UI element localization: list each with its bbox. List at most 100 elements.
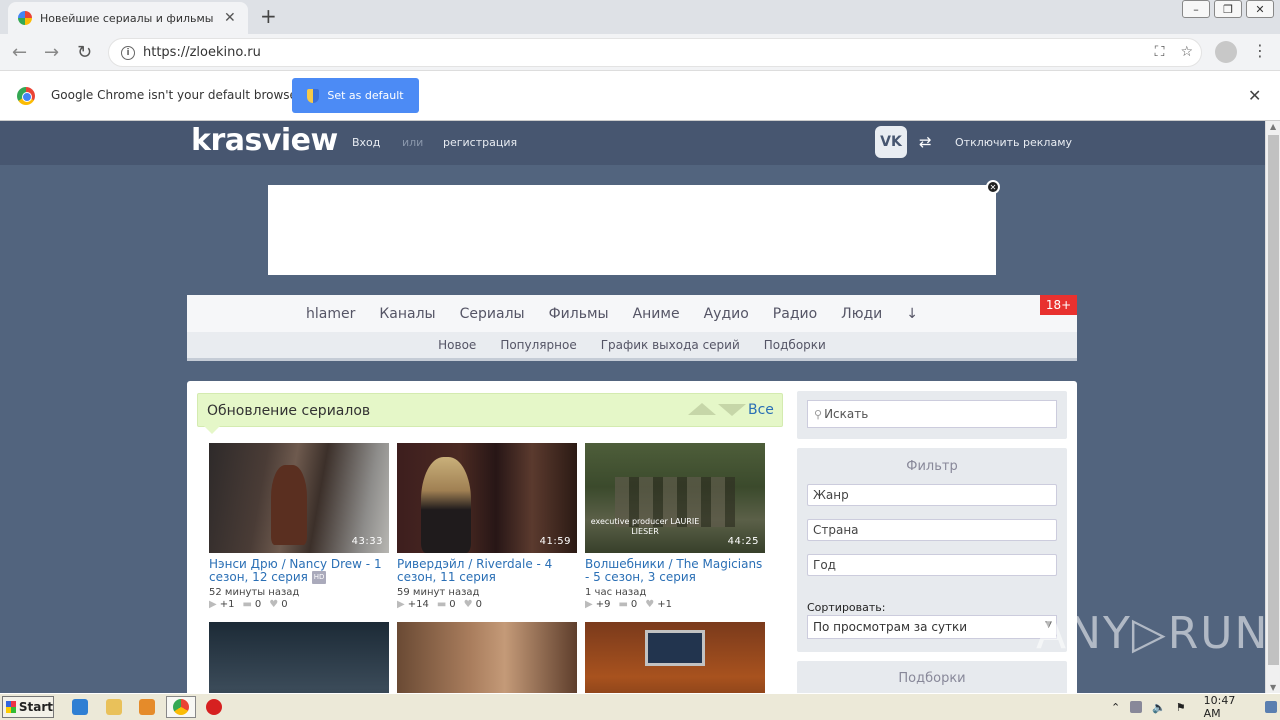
filter-panel: Фильтр Жанр Страна Год Сортировать: По п… [797, 448, 1067, 652]
sidebar: ⚲ Искать Фильтр Жанр Страна Год Сортиров… [797, 391, 1067, 693]
scrollbar-thumb[interactable] [1268, 135, 1279, 665]
tray-expand-icon[interactable]: ⌃ [1111, 701, 1120, 714]
start-button[interactable]: Start [2, 696, 54, 718]
main-nav-item[interactable]: Люди [841, 306, 882, 322]
video-title-link[interactable]: Ривердэйл / Riverdale - 4 сезон, 11 сери… [397, 558, 577, 584]
show-desktop-icon[interactable] [1265, 701, 1277, 713]
ad-close-icon[interactable]: ✕ [986, 180, 1000, 194]
video-stats: ▶ +14 ▬ 0 ♥ 0 [397, 599, 482, 610]
shuffle-icon[interactable]: ⇄ [919, 133, 932, 151]
opera-icon[interactable] [206, 699, 222, 715]
chrome-logo-icon [17, 87, 35, 105]
explorer-folder-icon[interactable] [106, 699, 122, 715]
browser-menu-icon[interactable]: ⋮ [1252, 41, 1268, 60]
main-nav-item[interactable]: Фильмы [549, 306, 609, 322]
anyrun-watermark: ANY▷RUN [1036, 608, 1270, 659]
video-thumbnail[interactable] [209, 622, 389, 693]
chrome-taskbar-icon [173, 699, 189, 715]
main-nav-item[interactable]: Сериалы [460, 306, 525, 322]
sort-select[interactable]: По просмотрам за сутки ▼ [807, 615, 1057, 639]
video-stats: ▶ +1 ▬ 0 ♥ 0 [209, 599, 288, 610]
video-title-link[interactable]: Волшебники / The Magicians - 5 сезон, 3 … [585, 558, 765, 584]
profile-avatar-icon[interactable] [1215, 41, 1237, 63]
main-nav: hlamer Каналы Сериалы Фильмы Аниме Аудио Радио… [187, 295, 1077, 332]
reload-icon[interactable]: ↻ [77, 42, 92, 63]
sub-nav-item[interactable]: График выхода серий [601, 338, 740, 352]
bookmark-star-icon[interactable]: ☆ [1180, 44, 1193, 60]
collections-title: Подборки [898, 671, 966, 686]
url-text: https://zloekino.ru [143, 45, 261, 60]
main-nav-item[interactable]: Радио [773, 306, 817, 322]
site-info-icon[interactable]: i [121, 45, 135, 60]
minimize-button[interactable]: – [1182, 0, 1210, 18]
sub-nav-item[interactable]: Новое [438, 338, 476, 352]
video-thumbnail[interactable]: 43:33 [209, 443, 389, 553]
year-field[interactable]: Год [807, 554, 1057, 576]
new-tab-button[interactable]: + [260, 6, 277, 26]
heart-icon: ♥ [463, 599, 473, 610]
heart-icon: ♥ [645, 599, 655, 610]
play-icon: ▶ [209, 599, 217, 610]
site-logo[interactable]: krasview [191, 123, 338, 158]
scroll-down-icon[interactable]: ▼ [1270, 683, 1276, 692]
tab-title: Новейшие сериалы и фильмы смот [40, 11, 216, 25]
series-updates-header: Обновление сериалов Все [197, 393, 783, 434]
main-nav-item[interactable]: hlamer [306, 306, 355, 322]
disable-ads-link[interactable]: Отключить рекламу [955, 136, 1072, 149]
country-field[interactable]: Страна [807, 519, 1057, 541]
video-thumbnail[interactable]: executive producer LAURIE LIESER 44:25 [585, 443, 765, 553]
window-controls: – ❐ ✕ [1182, 0, 1274, 18]
sub-nav-item[interactable]: Подборки [764, 338, 826, 352]
sub-nav-item[interactable]: Популярное [500, 338, 576, 352]
browser-toolbar: ← → ↻ i https://zloekino.ru ⛶ ☆ [0, 34, 1280, 71]
filter-title: Фильтр [906, 459, 958, 474]
scroll-up-icon[interactable]: ▲ [1270, 122, 1276, 131]
main-nav-item[interactable]: Аудио [704, 306, 749, 322]
comment-icon: ▬ [436, 599, 447, 610]
genre-field[interactable]: Жанр [807, 484, 1057, 506]
all-link[interactable]: Все [748, 402, 774, 418]
clock[interactable]: 10:47 AM [1204, 694, 1256, 720]
collections-panel: Подборки [797, 661, 1067, 693]
ad-banner[interactable] [268, 185, 996, 275]
volume-icon[interactable]: 🔈 [1152, 701, 1166, 714]
main-nav-item[interactable]: ↓ [906, 306, 918, 322]
search-input[interactable]: ⚲ Искать [807, 400, 1057, 428]
network-icon[interactable] [1130, 701, 1143, 713]
tab-close-icon[interactable]: ✕ [224, 10, 236, 26]
set-as-default-button[interactable]: Set as default [292, 78, 419, 113]
video-thumbnail[interactable]: 41:59 [397, 443, 577, 553]
media-player-icon[interactable] [139, 699, 155, 715]
register-link[interactable]: регистрация [443, 136, 517, 149]
uac-shield-icon [307, 88, 320, 103]
close-window-button[interactable]: ✕ [1246, 0, 1274, 18]
main-nav-item[interactable]: Каналы [379, 306, 435, 322]
infobar-close-icon[interactable]: ✕ [1248, 86, 1261, 105]
login-link[interactable]: Вход [352, 136, 380, 149]
action-center-flag-icon[interactable]: ⚑ [1176, 701, 1186, 714]
main-content: Обновление сериалов Все 43:33 Нэнси Дрю … [187, 381, 1077, 693]
translate-icon[interactable]: ⛶ [1155, 44, 1165, 60]
video-thumbnail[interactable] [585, 622, 765, 693]
video-thumbnail[interactable] [397, 622, 577, 693]
video-stats: ▶ +9 ▬ 0 ♥ +1 [585, 599, 672, 610]
address-bar[interactable]: i https://zloekino.ru ⛶ ☆ [108, 38, 1202, 67]
video-duration: 41:59 [539, 536, 571, 547]
main-nav-item[interactable]: Аниме [633, 306, 680, 322]
video-duration: 43:33 [351, 536, 383, 547]
back-icon[interactable]: ← [12, 42, 27, 63]
video-title-link[interactable]: Нэнси Дрю / Nancy Drew - 1 сезон, 12 сер… [209, 558, 389, 584]
forward-icon[interactable]: → [44, 42, 59, 63]
play-icon: ▶ [585, 599, 593, 610]
search-placeholder: Искать [824, 407, 869, 421]
scroll-up-arrow-icon[interactable] [688, 403, 716, 415]
video-card[interactable]: 43:33 Нэнси Дрю / Nancy Drew - 1 сезон, … [209, 443, 389, 610]
video-card[interactable]: executive producer LAURIE LIESER 44:25 В… [585, 443, 765, 610]
comment-icon: ▬ [618, 599, 628, 610]
maximize-button[interactable]: ❐ [1214, 0, 1242, 18]
vk-icon[interactable]: VK [875, 126, 907, 158]
browser-tab[interactable]: Новейшие сериалы и фильмы смот ✕ [8, 2, 248, 34]
video-card[interactable]: 41:59 Ривердэйл / Riverdale - 4 сезон, 1… [397, 443, 577, 610]
scroll-down-arrow-icon[interactable] [718, 404, 746, 416]
ie-icon[interactable] [72, 699, 88, 715]
